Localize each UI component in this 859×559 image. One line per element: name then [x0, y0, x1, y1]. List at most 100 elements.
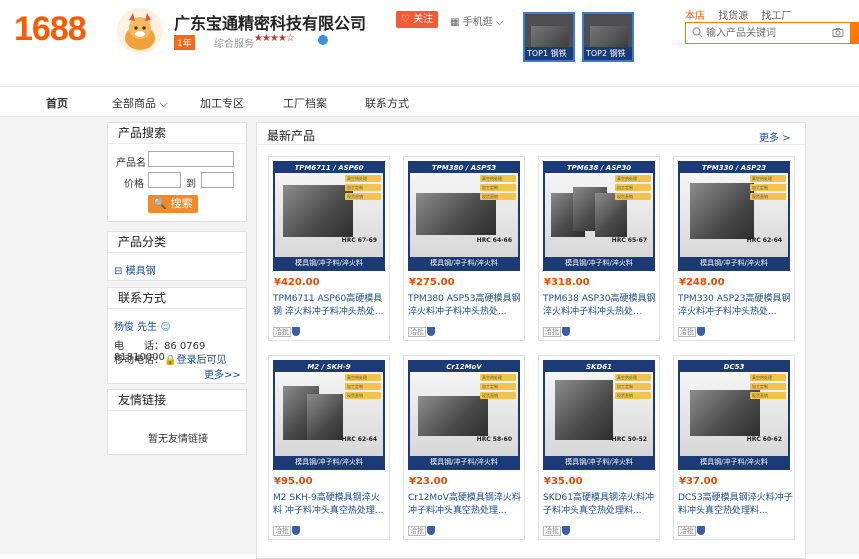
chat-icon[interactable]: ☺	[160, 322, 170, 333]
top-product-thumb-1[interactable]: TOP1 钢铁	[523, 12, 575, 62]
feature-check: 加工定制	[480, 184, 516, 191]
product-title-link[interactable]: TPM330 ASP23高硬模具钢 淬火料冲子料冲头热处...	[678, 293, 793, 319]
hrc-label: HRC 67-69	[341, 237, 377, 244]
camera-icon[interactable]	[832, 27, 844, 41]
search-icon: 🔍	[153, 197, 168, 210]
feature-check: 现货直销	[615, 193, 651, 200]
scope-find-factory[interactable]: 找工厂	[761, 11, 791, 22]
sidebar-search-button[interactable]: 🔍 搜索	[148, 195, 198, 213]
product-card[interactable]: TPM380 / ASP53 真空热处理 加工定制 现货直销 HRC 64-66 模具钢/…	[403, 156, 525, 341]
contact-name[interactable]: 杨俊 先生 ☺	[114, 318, 171, 333]
mobile-browse-link[interactable]: ▦ 手机逛 ⌵	[450, 13, 503, 28]
shield-icon[interactable]	[427, 526, 435, 535]
product-badges: 洽批	[543, 523, 570, 537]
product-card[interactable]: TPM6711 / ASP60 真空热处理 加工定制 现货直销 HRC 67-69 模具钢…	[268, 156, 390, 341]
mobile-label: 移动电话：	[114, 355, 164, 366]
product-card[interactable]: TPM638 / ASP30 真空热处理 加工定制 现货直销 HRC 65-67 模具钢/…	[538, 156, 660, 341]
site-logo[interactable]: 1688	[14, 10, 87, 49]
price-to-label: 到	[186, 179, 196, 190]
company-name[interactable]: 广东宝通精密科技有限公司	[174, 10, 366, 34]
feature-check: 现货直销	[615, 392, 651, 399]
product-badges: 洽批	[543, 324, 570, 338]
product-image[interactable]: TPM330 / ASP23 真空热处理 加工定制 现货直销 HRC 62-64 模具钢/…	[678, 161, 790, 271]
nav-all-products[interactable]: 全部商品 ⌵	[112, 95, 168, 111]
product-card[interactable]: Cr12MoV 真空热处理 加工定制 现货直销 HRC 58-60 模具钢/冲子料/淬火料…	[403, 355, 525, 540]
product-image	[590, 26, 628, 48]
wholesale-badge[interactable]: 洽批	[543, 326, 561, 337]
product-title-link[interactable]: M2 SKH-9高硬模具钢淬火料 冲子料冲头真空热处理...	[273, 492, 388, 518]
product-title-link[interactable]: TPM638 ASP30高硬模具钢 淬火料冲子料冲头热处...	[543, 293, 658, 319]
company-avatar[interactable]	[117, 8, 163, 54]
wholesale-badge[interactable]: 洽批	[678, 326, 696, 337]
shield-icon[interactable]	[562, 526, 570, 535]
product-title-link[interactable]: TPM6711 ASP60高硬模具钢 淬火料冲子料冲头热处...	[273, 293, 388, 319]
nav-processing[interactable]: 加工专区	[200, 95, 244, 111]
nav-home[interactable]: 首页	[46, 95, 68, 111]
product-title-link[interactable]: TPM380 ASP53高硬模具钢 淬火料冲子料冲头热处...	[408, 293, 523, 319]
product-card[interactable]: DC53 真空热处理 加工定制 现货直销 HRC 60-62 模具钢/冲子料/淬火料 ¥37…	[673, 355, 795, 540]
wholesale-badge[interactable]: 洽批	[408, 326, 426, 337]
contact-person: 杨俊 先生	[114, 322, 158, 333]
feature-check: 现货直销	[750, 193, 786, 200]
shield-icon[interactable]	[292, 327, 300, 336]
product-title-link[interactable]: DC53高硬模具钢淬火料冲子 料冲头真空热处理料...	[678, 492, 793, 518]
wholesale-badge[interactable]: 洽批	[273, 326, 291, 337]
product-footer-banner: 模具钢/冲子料/淬火料	[680, 257, 788, 269]
wholesale-badge[interactable]: 洽批	[273, 525, 291, 536]
category-item[interactable]: ⊟ 模具钢	[114, 262, 156, 277]
shield-icon[interactable]	[427, 327, 435, 336]
product-image[interactable]: M2 / SKH-9 真空热处理 加工定制 现货直销 HRC 62-64 模具钢/冲子料/…	[273, 360, 385, 470]
search-button-label: 搜索	[170, 197, 193, 210]
follow-label: 关注	[413, 14, 434, 25]
scope-find-source[interactable]: 找货源	[718, 11, 748, 22]
product-image[interactable]: TPM380 / ASP53 真空热处理 加工定制 现货直销 HRC 64-66 模具钢/…	[408, 161, 520, 271]
contact-more-link[interactable]: 更多>>	[204, 366, 241, 381]
shield-icon[interactable]	[562, 327, 570, 336]
product-title-link[interactable]: Cr12MoV高硬模具钢淬火料 冲子料冲头真空热处理...	[408, 492, 523, 518]
feature-checks: 真空热处理 加工定制 现货直销	[615, 374, 651, 401]
categories-panel: 产品分类 ⊟ 模具钢	[107, 231, 247, 281]
verified-icon[interactable]	[318, 35, 328, 45]
qr-icon: ▦	[450, 17, 460, 28]
price-max-input[interactable]	[201, 172, 234, 188]
product-image[interactable]: TPM6711 / ASP60 真空热处理 加工定制 现货直销 HRC 67-69 模具钢…	[273, 161, 385, 271]
product-image[interactable]: SKD61 真空热处理 加工定制 现货直销 HRC 50-52 模具钢/冲子料/淬火料	[543, 360, 655, 470]
feature-check: 真空热处理	[345, 175, 381, 182]
search-input[interactable]	[686, 23, 826, 43]
product-banner: TPM380 / ASP53	[410, 163, 518, 173]
product-title-link[interactable]: SKD61高硬模具钢淬火料冲 子料冲头真空热处理料...	[543, 492, 658, 518]
mobile-login-link[interactable]: 登录后可见	[176, 355, 226, 366]
product-banner: DC53	[680, 362, 788, 372]
product-price: ¥95.00	[274, 476, 313, 487]
follow-button[interactable]: ♡ 关注	[396, 11, 438, 28]
product-name-input[interactable]	[148, 151, 234, 167]
wholesale-badge[interactable]: 洽批	[408, 525, 426, 536]
friend-links-panel: 友情链接 暂无友情链接	[107, 389, 247, 455]
search-button[interactable]	[851, 22, 859, 44]
price-min-input[interactable]	[148, 172, 181, 188]
shield-icon[interactable]	[697, 526, 705, 535]
collapse-icon[interactable]: ⊟	[114, 266, 122, 277]
hrc-label: HRC 50-52	[611, 436, 647, 443]
scope-this-store[interactable]: 本店	[685, 11, 705, 22]
product-image[interactable]: DC53 真空热处理 加工定制 现货直销 HRC 60-62 模具钢/冲子料/淬火料	[678, 360, 790, 470]
wholesale-badge[interactable]: 洽批	[543, 525, 561, 536]
chevron-down-icon[interactable]: ⌵	[356, 12, 364, 26]
hrc-label: HRC 58-60	[476, 436, 512, 443]
product-card[interactable]: TPM330 / ASP23 真空热处理 加工定制 现货直销 HRC 62-64 模具钢/…	[673, 156, 795, 341]
product-card[interactable]: M2 / SKH-9 真空热处理 加工定制 现货直销 HRC 62-64 模具钢/冲子料/…	[268, 355, 390, 540]
latest-products-panel: 最新产品 更多 > TPM6711 / ASP60 真空热处理 加工定制 现货直销 HR…	[256, 122, 806, 559]
product-badges: 洽批	[408, 324, 435, 338]
nav-contact[interactable]: 联系方式	[365, 95, 409, 111]
top-product-thumb-2[interactable]: TOP2 钢铁	[582, 12, 634, 62]
shield-icon[interactable]	[697, 327, 705, 336]
nav-factory-profile[interactable]: 工厂档案	[283, 95, 327, 111]
latest-products-more-link[interactable]: 更多 >	[759, 129, 791, 144]
feature-check: 真空热处理	[480, 374, 516, 381]
product-image[interactable]: Cr12MoV 真空热处理 加工定制 现货直销 HRC 58-60 模具钢/冲子料/淬火料	[408, 360, 520, 470]
product-card[interactable]: SKD61 真空热处理 加工定制 现货直销 HRC 50-52 模具钢/冲子料/淬火料 ¥3…	[538, 355, 660, 540]
wholesale-badge[interactable]: 洽批	[678, 525, 696, 536]
shield-icon[interactable]	[292, 526, 300, 535]
feature-check: 加工定制	[750, 184, 786, 191]
product-image[interactable]: TPM638 / ASP30 真空热处理 加工定制 现货直销 HRC 65-67 模具钢/…	[543, 161, 655, 271]
